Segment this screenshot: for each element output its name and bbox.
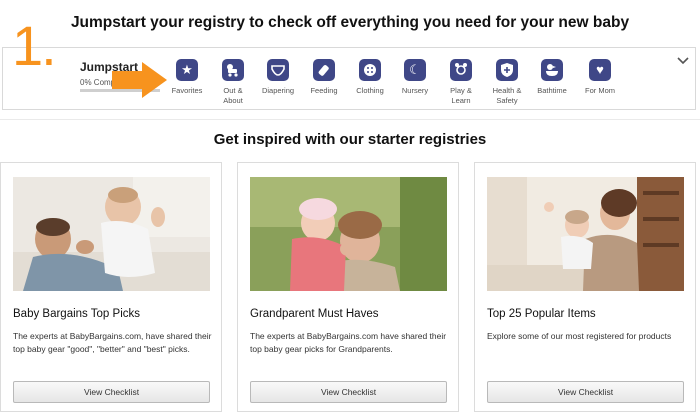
diaper-icon [267,59,289,81]
card-title: Grandparent Must Haves [250,308,379,320]
card-description: Explore some of our most registered for … [487,331,672,341]
section-divider [0,119,700,120]
page-title: Jumpstart your registry to check off eve… [70,14,630,31]
card-photo-mother-baby [487,177,684,291]
moon-icon: ☾ [404,59,426,81]
registry-page: Jumpstart your registry to check off eve… [0,0,700,417]
star-icon: ★ [176,59,198,81]
step-number: 1. [12,14,57,77]
card-title: Top 25 Popular Items [487,308,596,320]
category-label: Out & About [223,86,243,105]
rattle-icon [450,59,472,81]
bottle-icon [313,59,335,81]
category-label: Play & Learn [450,86,472,105]
category-label: For Mom [585,86,615,95]
registry-card-popular: Top 25 Popular Items Explore some of our… [474,162,696,412]
card-description: The experts at BabyBargains.com, have sh… [13,331,212,354]
duck-icon [541,59,563,81]
category-for-mom[interactable]: ♥ For Mom [572,59,628,96]
card-description: The experts at BabyBargains.com have sha… [250,331,447,354]
view-checklist-button[interactable]: View Checklist [250,381,447,403]
view-checklist-button[interactable]: View Checklist [13,381,210,403]
registry-card-bargains: Baby Bargains Top Picks The experts at B… [0,162,222,412]
button-icon [359,59,381,81]
section-title: Get inspired with our starter registries [213,131,487,148]
category-label: Health & Safety [492,86,522,105]
chevron-down-icon[interactable] [676,56,690,66]
registry-card-grandparent: Grandparent Must Haves The experts at Ba… [237,162,459,412]
view-checklist-button[interactable]: View Checklist [487,381,684,403]
shield-icon [496,59,518,81]
card-photo-father-baby [13,177,210,291]
heart-icon: ♥ [589,59,611,81]
card-photo-grandmother-baby [250,177,447,291]
card-title: Baby Bargains Top Picks [13,308,140,320]
stroller-icon [222,59,244,81]
